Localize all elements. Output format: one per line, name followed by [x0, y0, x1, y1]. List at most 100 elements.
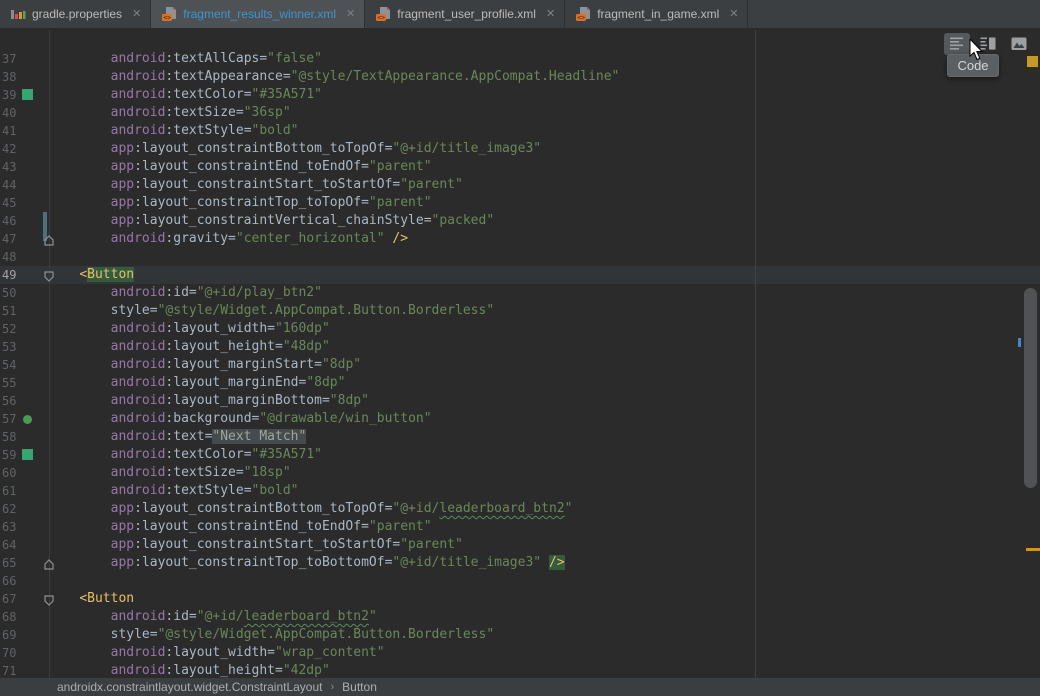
code-line[interactable]: 50 android:id="@+id/play_btn2" — [0, 284, 1040, 302]
code-line[interactable]: 62 app:layout_constraintBottom_toTopOf="… — [0, 500, 1040, 518]
code-line[interactable]: 66 — [0, 572, 1040, 590]
close-icon[interactable]: ✕ — [729, 9, 738, 20]
code-line[interactable]: 60 android:textSize="18sp" — [0, 464, 1040, 482]
code-line[interactable]: 67 <Button — [0, 590, 1040, 608]
code-line[interactable]: 53 android:layout_height="48dp" — [0, 338, 1040, 356]
code-line[interactable]: 39 android:textColor="#35A571" — [0, 86, 1040, 104]
code-line[interactable]: 37 android:textAllCaps="false" — [0, 50, 1040, 68]
breadcrumb-button[interactable]: Button — [342, 680, 377, 694]
tab-gradle-properties[interactable]: gradle.properties ✕ — [0, 0, 151, 28]
tab-fragment-user-profile[interactable]: <> fragment_user_profile.xml ✕ — [365, 0, 565, 28]
code-text: app:layout_constraintTop_toBottomOf="@+i… — [48, 554, 565, 572]
design-mode-icon — [1010, 35, 1028, 53]
design-mode-button[interactable] — [1006, 33, 1032, 55]
code-line[interactable]: 38 android:textAppearance="@style/TextAp… — [0, 68, 1040, 86]
code-text: android:textAllCaps="false" — [48, 50, 322, 68]
code-text: app:layout_constraintEnd_toEndOf="parent… — [48, 518, 432, 536]
code-text: android:textStyle="bold" — [48, 482, 299, 500]
code-text: android:layout_height="48dp" — [48, 338, 330, 356]
code-line[interactable]: 64 app:layout_constraintStart_toStartOf=… — [0, 536, 1040, 554]
xml-file-icon: <> — [375, 6, 391, 22]
code-line[interactable]: 58 android:text="Next Match" — [0, 428, 1040, 446]
code-text: android:layout_marginEnd="8dp" — [48, 374, 345, 392]
editor-tab-bar: gradle.properties ✕ <> fragment_results_… — [0, 0, 1040, 29]
line-number: 49 — [2, 266, 28, 284]
inspections-indicator[interactable] — [1027, 56, 1038, 67]
code-text: app:layout_constraintVertical_chainStyle… — [48, 212, 494, 230]
close-icon[interactable]: ✕ — [346, 9, 355, 20]
code-line[interactable]: 41 android:textStyle="bold" — [0, 122, 1040, 140]
line-number: 58 — [2, 428, 28, 446]
code-line[interactable]: 40 android:textSize="36sp" — [0, 104, 1040, 122]
code-line[interactable]: 59 android:textColor="#35A571" — [0, 446, 1040, 464]
code-text: android:layout_marginBottom="8dp" — [48, 392, 369, 410]
color-preview-icon[interactable] — [22, 449, 33, 460]
line-number: 46 — [2, 212, 28, 230]
line-number: 60 — [2, 464, 28, 482]
code-line[interactable]: 51 style="@style/Widget.AppCompat.Button… — [0, 302, 1040, 320]
close-icon[interactable]: ✕ — [546, 9, 555, 20]
code-line[interactable]: 43 app:layout_constraintEnd_toEndOf="par… — [0, 158, 1040, 176]
close-icon[interactable]: ✕ — [132, 9, 141, 20]
code-text: android:layout_marginStart="8dp" — [48, 356, 361, 374]
line-number: 45 — [2, 194, 28, 212]
gradle-properties-file-icon — [10, 6, 26, 22]
tab-label: fragment_user_profile.xml — [397, 7, 536, 21]
tab-label: fragment_results_winner.xml — [183, 7, 336, 21]
line-number: 50 — [2, 284, 28, 302]
code-text: app:layout_constraintStart_toStartOf="pa… — [48, 176, 463, 194]
code-line[interactable]: 56 android:layout_marginBottom="8dp" — [0, 392, 1040, 410]
tab-fragment-in-game[interactable]: <> fragment_in_game.xml ✕ — [565, 0, 748, 28]
code-mode-button[interactable] — [944, 33, 970, 55]
code-line[interactable]: 49 <Button — [0, 266, 1040, 284]
vertical-scrollbar[interactable] — [1024, 288, 1037, 488]
code-line[interactable]: 69 style="@style/Widget.AppCompat.Button… — [0, 626, 1040, 644]
chevron-right-icon: › — [331, 681, 335, 693]
code-text: android:id="@+id/play_btn2" — [48, 284, 322, 302]
code-line[interactable]: 42 app:layout_constraintBottom_toTopOf="… — [0, 140, 1040, 158]
line-number: 67 — [2, 590, 28, 608]
svg-text:<>: <> — [163, 14, 171, 22]
line-number: 53 — [2, 338, 28, 356]
stripe-change-marker[interactable] — [1018, 338, 1021, 347]
code-line[interactable]: 54 android:layout_marginStart="8dp" — [0, 356, 1040, 374]
code-line[interactable]: 52 android:layout_width="160dp" — [0, 320, 1040, 338]
color-preview-icon[interactable] — [22, 89, 33, 100]
code-line[interactable]: 61 android:textStyle="bold" — [0, 482, 1040, 500]
breadcrumb-constraintlayout[interactable]: androidx.constraintlayout.widget.Constra… — [57, 680, 323, 694]
code-line[interactable]: 55 android:layout_marginEnd="8dp" — [0, 374, 1040, 392]
code-text: app:layout_constraintBottom_toTopOf="@+i… — [48, 500, 572, 518]
code-editor[interactable]: 37 android:textAllCaps="false"38 android… — [0, 30, 1040, 678]
code-text: android:textStyle="bold" — [48, 122, 299, 140]
line-number: 55 — [2, 374, 28, 392]
code-line[interactable]: 47 android:gravity="center_horizontal" /… — [0, 230, 1040, 248]
code-line[interactable]: 70 android:layout_width="wrap_content" — [0, 644, 1040, 662]
line-number: 71 — [2, 662, 28, 678]
code-line[interactable]: 63 app:layout_constraintEnd_toEndOf="par… — [0, 518, 1040, 536]
code-line[interactable]: 57 android:background="@drawable/win_but… — [0, 410, 1040, 428]
code-line[interactable]: 68 android:id="@+id/leaderboard_btn2" — [0, 608, 1040, 626]
code-line[interactable]: 48 — [0, 248, 1040, 266]
tab-fragment-results-winner[interactable]: <> fragment_results_winner.xml ✕ — [151, 0, 365, 28]
stripe-warning-marker[interactable] — [1026, 548, 1040, 551]
code-line[interactable]: 44 app:layout_constraintStart_toStartOf=… — [0, 176, 1040, 194]
code-text: android:textColor="#35A571" — [48, 446, 322, 464]
code-line[interactable]: 46 app:layout_constraintVertical_chainSt… — [0, 212, 1040, 230]
code-line[interactable]: 65 app:layout_constraintTop_toBottomOf="… — [0, 554, 1040, 572]
drawable-preview-icon[interactable] — [23, 415, 32, 424]
code-text: style="@style/Widget.AppCompat.Button.Bo… — [48, 302, 494, 320]
code-line[interactable]: 71 android:layout_height="42dp" — [0, 662, 1040, 678]
code-text: android:textSize="18sp" — [48, 464, 291, 482]
line-number: 40 — [2, 104, 28, 122]
code-line[interactable]: 45 app:layout_constraintTop_toTopOf="par… — [0, 194, 1040, 212]
code-mode-icon — [948, 35, 966, 53]
code-text: app:layout_constraintBottom_toTopOf="@+i… — [48, 140, 541, 158]
code-text: app:layout_constraintTop_toTopOf="parent… — [48, 194, 432, 212]
breadcrumb: androidx.constraintlayout.widget.Constra… — [0, 678, 1040, 696]
line-number: 38 — [2, 68, 28, 86]
line-number: 63 — [2, 518, 28, 536]
line-number: 42 — [2, 140, 28, 158]
line-number: 70 — [2, 644, 28, 662]
tab-label: gradle.properties — [32, 7, 122, 21]
code-text: android:layout_width="wrap_content" — [48, 644, 385, 662]
